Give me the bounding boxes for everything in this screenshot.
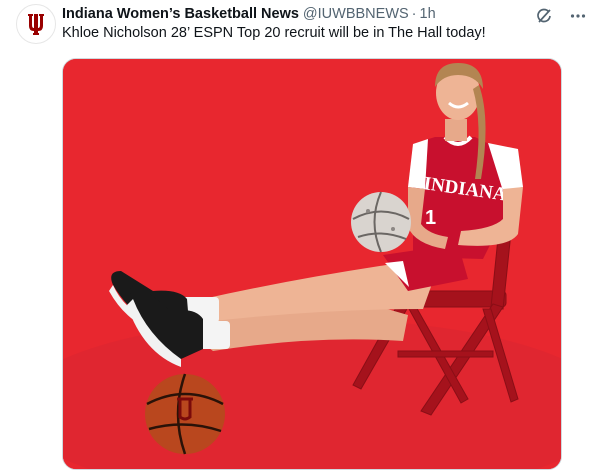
tweet-photo[interactable]: INDIANA 1 <box>62 58 562 470</box>
avatar[interactable] <box>16 4 56 44</box>
tweet-actions <box>534 6 588 26</box>
floor-basketball <box>145 373 225 455</box>
more-icon[interactable] <box>568 6 588 26</box>
jersey-number: 1 <box>425 207 436 229</box>
tweet-header: Indiana Women’s Basketball News @IUWBBNE… <box>62 4 580 24</box>
tweet[interactable]: Indiana Women’s Basketball News @IUWBBNE… <box>0 0 600 476</box>
author-name[interactable]: Indiana Women’s Basketball News <box>62 6 299 22</box>
tweet-text: Khloe Nicholson 28’ ESPN Top 20 recruit … <box>62 25 486 41</box>
timestamp[interactable]: 1h <box>420 6 436 22</box>
author-handle[interactable]: @IUWBBNEWS <box>303 6 409 22</box>
player-photo-illustration: INDIANA 1 <box>63 59 561 469</box>
separator: · <box>411 6 417 22</box>
grok-icon[interactable] <box>534 6 554 26</box>
held-basketball <box>351 191 411 253</box>
iu-trident-logo-icon <box>28 14 44 35</box>
